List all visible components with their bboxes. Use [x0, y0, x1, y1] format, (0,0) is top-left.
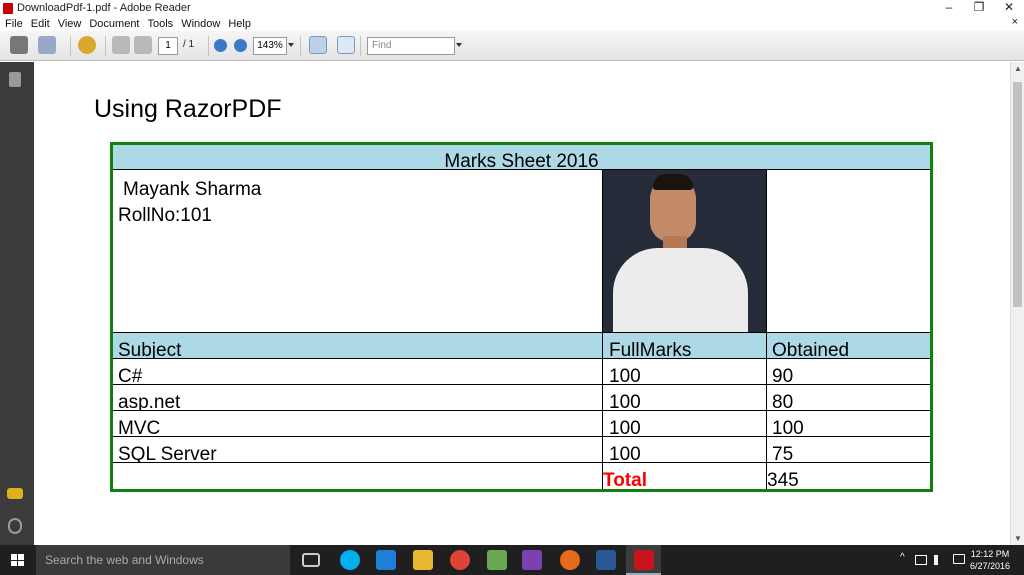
obtained-cell: 80	[767, 385, 930, 411]
fullmarks-cell: 100	[603, 411, 767, 437]
chrome-icon[interactable]	[450, 550, 470, 570]
action-center-icon[interactable]	[953, 554, 965, 564]
total-value: 345	[767, 470, 799, 489]
menu-help[interactable]: Help	[228, 18, 251, 30]
zoom-dropdown-icon[interactable]	[288, 43, 294, 47]
document-heading: Using RazorPDF	[94, 95, 282, 123]
fit-width-icon[interactable]	[309, 36, 327, 54]
obtained-cell: 90	[767, 359, 930, 385]
adobe-reader-icon	[634, 550, 654, 570]
menu-document[interactable]: Document	[89, 18, 139, 30]
create-pdf-icon[interactable]	[38, 36, 56, 54]
scrollbar-thumb[interactable]	[1013, 82, 1022, 307]
menu-window[interactable]: Window	[181, 18, 220, 30]
marks-sheet-table: Marks Sheet 2016 Mayank Sharma RollNo:10…	[110, 142, 933, 492]
menu-bar: File Edit View Document Tools Window Hel…	[0, 16, 1024, 31]
fullmarks-cell: 100	[603, 437, 767, 463]
close-window-button[interactable]: ✕	[994, 0, 1024, 16]
roll-number: RollNo:101	[118, 205, 212, 226]
zoom-level-input[interactable]: 143%	[253, 37, 287, 55]
toolbar	[0, 31, 1024, 61]
skype-icon[interactable]	[340, 550, 360, 570]
fullmarks-cell: 100	[603, 359, 767, 385]
subject-cell: SQL Server	[113, 437, 603, 463]
clock-date: 6/27/2016	[969, 561, 1011, 571]
menu-tools[interactable]: Tools	[148, 18, 174, 30]
total-empty-cell	[113, 463, 603, 489]
edge-icon[interactable]	[376, 550, 396, 570]
clock-time: 12:12 PM	[970, 549, 1010, 559]
sheet-title: Marks Sheet 2016	[113, 145, 930, 170]
taskbar-search-input[interactable]: Search the web and Windows	[36, 545, 290, 575]
taskbar-clock[interactable]: 12:12 PM 6/27/2016	[966, 548, 1014, 572]
menu-file[interactable]: File	[5, 18, 23, 30]
window-titlebar: DownloadPdf-1.pdf - Adobe Reader – ❐ ✕	[0, 0, 1024, 16]
header-fullmarks: FullMarks	[603, 333, 767, 359]
obtained-cell: 100	[767, 411, 930, 437]
start-button[interactable]	[11, 554, 24, 566]
next-page-icon[interactable]	[134, 36, 152, 54]
subject-cell: MVC	[113, 411, 603, 437]
fullmarks-cell: 100	[603, 385, 767, 411]
firefox-icon[interactable]	[560, 550, 580, 570]
previous-page-icon[interactable]	[112, 36, 130, 54]
attachments-icon[interactable]	[8, 518, 22, 534]
collaborate-icon[interactable]	[78, 36, 96, 54]
zoom-in-icon[interactable]	[234, 39, 247, 52]
adobe-pdf-icon	[3, 2, 13, 14]
word-icon[interactable]	[596, 550, 616, 570]
subject-cell: asp.net	[113, 385, 603, 411]
zoom-out-icon[interactable]	[214, 39, 227, 52]
obtained-cell: 75	[767, 437, 930, 463]
scroll-down-icon[interactable]: ▼	[1014, 534, 1022, 543]
student-info-cell: Mayank Sharma RollNo:101	[113, 170, 603, 333]
vertical-scrollbar[interactable]: ▲ ▼	[1010, 62, 1024, 545]
minimize-button[interactable]: –	[934, 0, 964, 16]
menu-edit[interactable]: Edit	[31, 18, 50, 30]
scroll-up-icon[interactable]: ▲	[1014, 64, 1022, 73]
menu-view[interactable]: View	[58, 18, 82, 30]
document-view: Using RazorPDF Marks Sheet 2016 Mayank S…	[34, 62, 1010, 545]
subject-cell: C#	[113, 359, 603, 385]
page-total: / 1	[183, 39, 195, 50]
windows-taskbar: Search the web and Windows ^ 12:12 PM 6/…	[0, 545, 1024, 575]
volume-icon[interactable]	[934, 555, 944, 565]
visual-studio-icon[interactable]	[522, 550, 542, 570]
empty-info-cell	[767, 170, 930, 333]
show-hidden-icons-icon[interactable]: ^	[900, 552, 905, 563]
adobe-reader-taskbar-button[interactable]	[626, 545, 661, 575]
page-number-input[interactable]: 1	[158, 37, 178, 55]
navigation-pane	[0, 62, 34, 545]
header-subject: Subject	[113, 333, 603, 359]
header-obtained: Obtained	[767, 333, 930, 359]
comments-icon[interactable]	[7, 488, 23, 499]
file-explorer-icon[interactable]	[413, 550, 433, 570]
network-icon[interactable]	[915, 555, 927, 565]
task-view-icon[interactable]	[302, 553, 320, 567]
student-photo	[603, 170, 767, 333]
pages-panel-icon[interactable]	[9, 72, 21, 87]
student-name: Mayank Sharma	[123, 179, 262, 200]
photos-icon[interactable]	[487, 550, 507, 570]
find-input[interactable]: Find	[367, 37, 455, 55]
close-document-button[interactable]: ×	[1012, 16, 1018, 28]
find-dropdown-icon[interactable]	[456, 43, 462, 47]
print-icon[interactable]	[10, 36, 28, 54]
maximize-button[interactable]: ❐	[964, 0, 994, 16]
total-label: Total	[603, 463, 767, 489]
window-title: DownloadPdf-1.pdf - Adobe Reader	[17, 2, 191, 14]
full-screen-icon[interactable]	[337, 36, 355, 54]
